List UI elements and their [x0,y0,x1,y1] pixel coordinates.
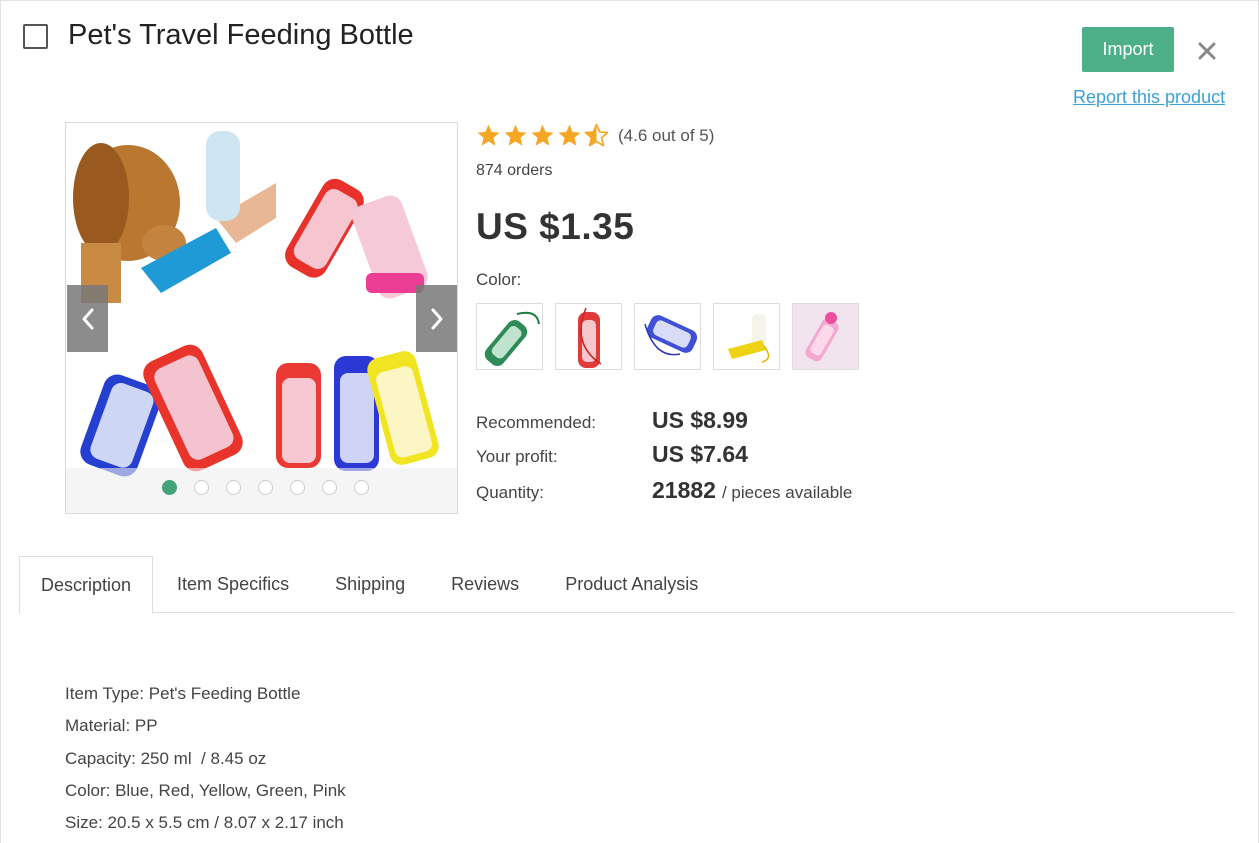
color-swatch-red[interactable] [555,303,622,370]
gallery-dot[interactable] [161,480,177,495]
description-line: Material: PP [65,716,158,736]
gallery-dot[interactable] [353,480,369,495]
color-swatch-yellow[interactable] [713,303,780,370]
gallery-dot[interactable] [225,480,241,495]
quantity-label: Quantity: [476,483,545,502]
chevron-left-icon [82,308,93,329]
color-swatch-pink[interactable] [792,303,859,370]
chevron-right-icon [431,308,442,329]
description-line: Capacity: 250 ml / 8.45 oz [65,748,267,768]
select-product-checkbox[interactable] [23,24,48,49]
quantity-value: 21882 [652,477,716,503]
gallery-dot[interactable] [321,480,337,495]
star-half-icon [584,123,609,147]
gallery-dot[interactable] [257,480,273,495]
product-card: Pet's Travel Feeding Bottle Import Repor… [0,0,1259,843]
tab-item-specifics[interactable]: Item Specifics [177,556,289,613]
star-icon [504,124,527,146]
color-swatch-blue[interactable] [634,303,701,370]
profit-row: Your profit: US $7.64 [476,441,748,468]
quantity-unit: / pieces available [721,483,853,502]
rating-text: (4.6 out of 5) [618,125,715,145]
description-line: Size: 20.5 x 5.5 cm / 8.07 x 2.17 inch [65,813,344,833]
close-icon[interactable] [1195,39,1219,63]
description-content: Item Type: Pet's Feeding Bottle Material… [65,678,346,839]
description-line: Color: Blue, Red, Yellow, Green, Pink [65,780,346,800]
import-button[interactable]: Import [1082,27,1174,72]
tab-description[interactable]: Description [19,556,154,614]
orders-count: 874 orders [476,162,553,179]
star-icon [477,124,500,146]
color-swatches [476,303,859,370]
recommended-value: US $8.99 [652,407,748,433]
quantity-row: Quantity: 21882 / pieces available [476,477,852,504]
color-label: Color: [476,270,522,289]
gallery-next-button[interactable] [416,285,457,352]
star-icon [531,124,554,146]
tab-shipping[interactable]: Shipping [335,556,405,613]
description-line: Item Type: Pet's Feeding Bottle [65,684,301,703]
gallery-dot[interactable] [193,480,209,495]
rating-stars [476,123,609,148]
gallery-dots [66,480,457,496]
color-swatch-green[interactable] [476,303,543,370]
product-title: Pet's Travel Feeding Bottle [68,19,414,51]
product-image [66,123,457,513]
profit-value: US $7.64 [652,441,748,467]
star-icon [558,124,581,146]
product-rating: (4.6 out of 5) [476,123,714,148]
recommended-row: Recommended: US $8.99 [476,407,748,434]
recommended-label: Recommended: [476,413,597,432]
tab-product-analysis[interactable]: Product Analysis [565,556,698,613]
product-price: US $1.35 [476,206,635,247]
gallery-prev-button[interactable] [67,285,108,352]
report-product-link[interactable]: Report this product [1073,87,1225,108]
product-image-gallery [65,122,458,514]
gallery-dot[interactable] [289,480,305,495]
tab-reviews[interactable]: Reviews [451,556,519,613]
product-tabs: Description Item Specifics Shipping Revi… [19,556,1234,614]
profit-label: Your profit: [476,447,558,466]
